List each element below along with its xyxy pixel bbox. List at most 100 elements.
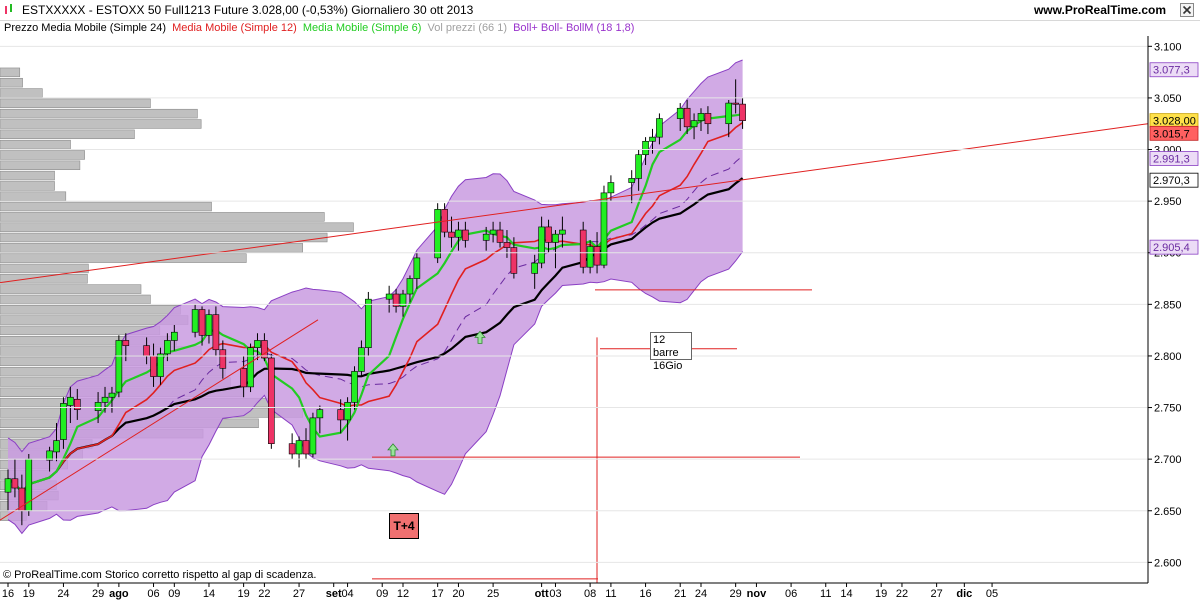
volume-profile-bar [0, 129, 135, 140]
candle-body [316, 409, 324, 419]
candle-body [164, 340, 171, 355]
x-tick-label: 16 [2, 588, 14, 600]
x-tick-label: 06 [147, 588, 159, 600]
x-tick-label: 24 [695, 588, 707, 600]
candle-body [212, 314, 220, 351]
x-tick-label: 06 [785, 588, 797, 600]
x-tick-label: ott [535, 588, 549, 600]
candle-body [4, 478, 12, 493]
volume-profile-bar [0, 274, 88, 284]
volume-profile-bar [0, 222, 354, 232]
volume-profile-bar [0, 150, 85, 160]
candle-body [538, 226, 545, 264]
x-tick-label: 17 [432, 588, 444, 600]
x-tick-label: 08 [584, 588, 596, 600]
candle-body [635, 154, 642, 179]
candle-body [448, 231, 455, 238]
price-chart[interactable]: 2.6002.6502.7002.7502.8002.8502.9002.950… [0, 36, 1200, 600]
candle-body [53, 440, 60, 453]
volume-profile-bar [0, 108, 198, 119]
x-tick-label: ago [109, 588, 129, 600]
volume-profile-bar [0, 181, 55, 191]
candle-body [545, 226, 552, 243]
x-tick-label: 29 [730, 588, 742, 600]
candle-body [191, 309, 199, 333]
candle-body [240, 368, 247, 388]
y-tick-label: 2.700 [1154, 454, 1182, 466]
candle-body [531, 262, 538, 274]
x-tick-label: 16 [639, 588, 651, 600]
candle-body [739, 103, 746, 121]
site-url[interactable]: www.ProRealTime.com [1034, 3, 1166, 17]
candle-body [732, 102, 739, 105]
chart-icon [5, 4, 12, 14]
candle-body [690, 120, 698, 128]
candle-body [482, 233, 490, 241]
x-tick-label: 27 [293, 588, 305, 600]
x-tick-label: 19 [875, 588, 887, 600]
legend-sma12: Media Mobile (Simple 12) [172, 22, 297, 34]
candle-body [205, 314, 213, 336]
x-tick-label: 22 [258, 588, 270, 600]
window-titlebar: ESTXXXXX - ESTOXX 50 Full1213 Future 3.0… [0, 0, 1200, 21]
candle-body [496, 229, 504, 243]
candle-body [74, 398, 81, 410]
candle-body [586, 246, 594, 268]
close-icon[interactable] [1180, 3, 1194, 17]
volume-profile-bar [0, 119, 202, 129]
legend-sma24: Prezzo Media Mobile (Simple 24) [4, 22, 167, 34]
price-label: 3.015,7 [1153, 128, 1190, 140]
legend-sma6: Media Mobile (Simple 6) [302, 22, 422, 34]
x-tick-label: 29 [92, 588, 104, 600]
candle-body [268, 357, 275, 444]
volume-profile-bar [0, 263, 89, 274]
price-label: 3.077,3 [1153, 65, 1190, 77]
candle-body [503, 242, 511, 248]
candle-body [455, 229, 462, 238]
candle-body [462, 229, 469, 241]
volume-profile-bar [0, 88, 43, 98]
candle-body [309, 417, 317, 455]
candle-body [434, 209, 441, 259]
y-tick-label: 2.950 [1154, 196, 1182, 208]
volume-profile-bar [0, 212, 325, 222]
candle-body [150, 355, 157, 377]
bar-count-annotation: 12 barre 16Gio [650, 332, 692, 372]
legend-bollinger: Boll+ Boll- BollM (18 1,8) [513, 22, 635, 34]
candle-body [108, 392, 116, 398]
candle-body [607, 182, 615, 194]
volume-profile-bar [0, 253, 247, 263]
candle-body [219, 349, 227, 369]
candle-body [157, 353, 164, 377]
volume-profile-bar [0, 294, 151, 305]
volume-profile-bar [0, 170, 55, 181]
x-tick-label: set [326, 588, 342, 600]
x-tick-label: 27 [930, 588, 942, 600]
candle-body [365, 298, 372, 348]
volume-profile-bar [0, 191, 67, 201]
candle-body [302, 440, 310, 455]
x-tick-label: 19 [23, 588, 35, 600]
volume-profile-bar [0, 284, 142, 294]
candle-body [60, 403, 67, 440]
y-tick-label: 2.600 [1154, 557, 1182, 569]
bar-count-label: 12 barre [653, 334, 679, 359]
x-tick-label: 14 [203, 588, 215, 600]
candle-body [198, 309, 206, 336]
candle-body [295, 440, 303, 455]
candle-body [385, 293, 393, 300]
candle-body [649, 136, 656, 142]
price-label: 2.970,3 [1153, 175, 1190, 187]
candle-body [704, 113, 712, 125]
candle-body [697, 113, 705, 121]
candle-body [337, 409, 344, 421]
volume-profile-bar [0, 201, 212, 212]
x-tick-label: 24 [57, 588, 69, 600]
candle-body [579, 229, 587, 268]
candle-body [143, 345, 150, 357]
candle-body [683, 107, 691, 128]
x-tick-label: 25 [487, 588, 499, 600]
y-tick-label: 3.050 [1154, 93, 1182, 105]
volume-profile-bar [0, 67, 21, 78]
x-tick-label: nov [747, 588, 767, 600]
